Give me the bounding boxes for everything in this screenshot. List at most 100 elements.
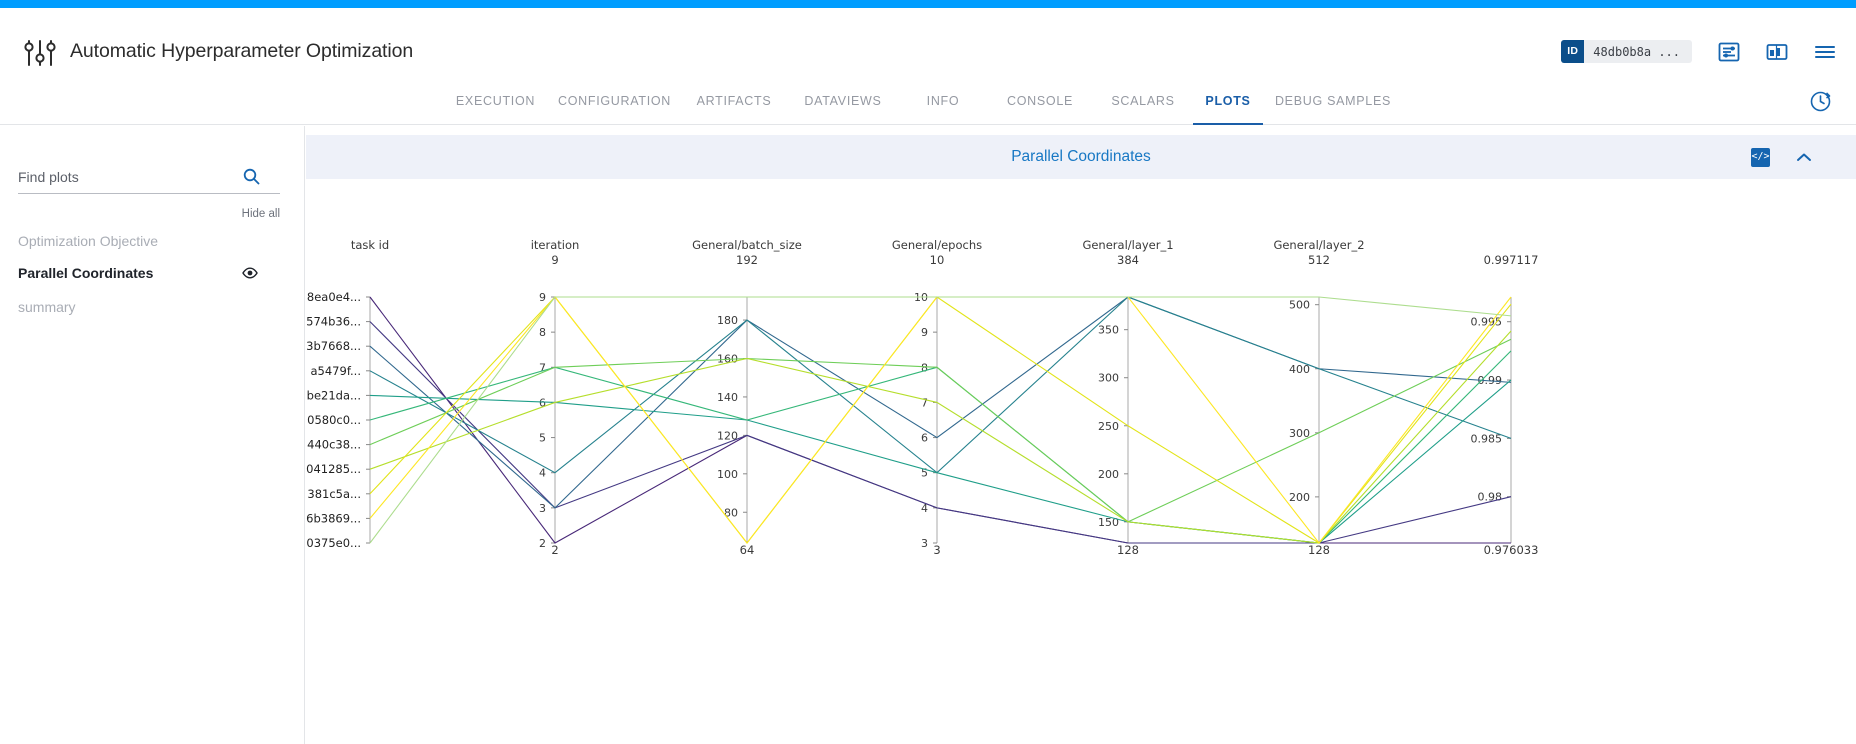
axis-tick-label: 500 (1289, 299, 1310, 312)
tab-artifacts[interactable]: ARTIFACTS (681, 78, 787, 125)
plot-list-item-label: Optimization Objective (18, 233, 159, 249)
tab-list: EXECUTION CONFIGURATION ARTIFACTS DATAVIEWS… (443, 78, 1403, 125)
tab-label: ARTIFACTS (696, 93, 772, 108)
axis-title-1: iteration (531, 238, 580, 252)
axis-category-label: 440c38... (307, 438, 361, 452)
axis-category-label: 041285... (306, 462, 361, 476)
chevron-up-icon[interactable] (1796, 152, 1812, 162)
tab-execution[interactable]: EXECUTION (443, 78, 548, 125)
axis-category-label: 381c5a... (307, 487, 361, 501)
tab-dataviews[interactable]: DATAVIEWS (787, 78, 899, 125)
tab-scalars[interactable]: SCALARS (1093, 78, 1193, 125)
plot-list-item-optimization-objective[interactable]: Optimization Objective (18, 228, 283, 254)
tab-configuration[interactable]: CONFIGURATION (548, 78, 681, 125)
axis-tick-label: 7 (921, 396, 928, 409)
tab-plots[interactable]: PLOTS (1193, 78, 1263, 125)
tab-label: DATAVIEWS (804, 93, 882, 108)
axis-top-label-2: 192 (736, 253, 758, 267)
plots-sidebar: Hide all Optimization Objective Parallel … (0, 126, 305, 744)
axis-category-label: 8ea0e4... (307, 290, 361, 304)
axis-category-label: a5479f... (311, 364, 362, 378)
task-id-value: 48db0b8a ... (1593, 44, 1680, 59)
axis-tick-label: 0.995 (1471, 316, 1503, 329)
axis-category-label: be21da... (307, 388, 361, 402)
tab-label: SCALARS (1111, 93, 1175, 108)
axis-bottom-label-6: 0.976033 (1484, 543, 1539, 557)
code-brackets-icon[interactable]: </> (1751, 147, 1770, 167)
tab-info[interactable]: INFO (899, 78, 987, 125)
axis-tick-label: 8 (539, 326, 546, 339)
axis-category-label: 3b7668... (306, 339, 361, 353)
log-view-icon[interactable] (1718, 41, 1740, 63)
axis-title-5: General/layer_2 (1273, 238, 1364, 252)
axis-bottom-label-4: 128 (1117, 543, 1139, 557)
axis-tick-label: 200 (1098, 468, 1119, 481)
page-header: Automatic Hyperparameter Optimization op… (0, 8, 1856, 78)
axis-top-label-4: 384 (1117, 253, 1139, 267)
tab-console[interactable]: CONSOLE (987, 78, 1093, 125)
refresh-icon[interactable] (1809, 90, 1832, 113)
axis-bottom-label-3: 3 (933, 543, 940, 557)
axis-category-label: 574b36... (306, 315, 361, 329)
plot-panel: Parallel Coordinates </> task id 8ea0e4..… (306, 126, 1856, 558)
tab-label: PLOTS (1205, 93, 1251, 108)
hide-all-button[interactable]: Hide all (242, 208, 280, 220)
plot-header-tools: </> (1751, 135, 1812, 179)
axis-bottom-label-2: 64 (740, 543, 755, 557)
axis-top-label-3: 10 (930, 253, 945, 267)
search-input[interactable] (18, 168, 243, 185)
tab-bar: EXECUTION CONFIGURATION ARTIFACTS DATAVIEWS… (0, 78, 1856, 125)
axis-tick-label: 300 (1098, 372, 1119, 385)
axis-tick-label: 250 (1098, 420, 1119, 433)
axis-bottom-label-5: 128 (1308, 543, 1330, 557)
axis-top-label-5: 512 (1308, 253, 1330, 267)
task-id-label: ID (1561, 40, 1585, 63)
task-id-badge[interactable]: ID 48db0b8a ... (1561, 40, 1692, 63)
axis-tick-label: 100 (717, 468, 738, 481)
axis-category-label: 6b3869... (306, 511, 361, 525)
search-icon[interactable] (243, 168, 260, 185)
tab-debug-samples[interactable]: DEBUG SAMPLES (1263, 78, 1403, 125)
plot-title: Parallel Coordinates (1011, 148, 1151, 165)
axis-tick-label: 140 (717, 391, 738, 404)
eye-icon[interactable] (242, 267, 258, 279)
plot-list-item-summary[interactable]: summary (18, 294, 283, 320)
axis-tick-label: 9 (921, 326, 928, 339)
tab-label: EXECUTION (455, 93, 536, 108)
plot-panel-empty-area (306, 559, 1856, 744)
axis-category-label: 0375e0... (306, 536, 361, 550)
plot-list-item-parallel-coordinates[interactable]: Parallel Coordinates (18, 260, 283, 286)
axis-tick-label: 80 (724, 506, 738, 519)
pc-line[interactable] (369, 296, 1512, 474)
axis-tick-label: 6 (921, 432, 928, 445)
tab-label: CONFIGURATION (557, 93, 672, 108)
axis-title-0: task id (351, 238, 389, 252)
axis-tick-label: 0.985 (1471, 432, 1503, 445)
parallel-coordinates-chart[interactable]: task id 8ea0e4... 574b36... 3b7668... a5479f… (306, 179, 1856, 558)
axis-tick-label: 180 (717, 314, 738, 327)
axis-tick-label: 150 (1098, 516, 1119, 529)
search-row (18, 168, 280, 194)
tab-label: DEBUG SAMPLES (1274, 93, 1392, 108)
axis-title-4: General/layer_1 (1082, 238, 1173, 252)
page-title: Automatic Hyperparameter Optimization (70, 40, 414, 62)
axis-tick-label: 3 (921, 537, 928, 550)
axis-tick-label: 9 (539, 291, 546, 304)
axis-top-label-1: 9 (551, 253, 558, 267)
plot-list-item-label: summary (18, 299, 76, 315)
axis-bottom-label-1: 2 (551, 543, 558, 557)
hamburger-menu-icon[interactable] (1814, 41, 1836, 63)
axis-title-2: General/batch_size (692, 238, 802, 252)
parallel-coordinates-svg: task id 8ea0e4... 574b36... 3b7668... a5479f… (306, 238, 1539, 557)
axis-tick-label: 8 (921, 361, 928, 374)
plot-header: Parallel Coordinates </> (306, 135, 1856, 179)
axis-tick-label: 2 (539, 537, 546, 550)
axis-tick-label: 5 (539, 432, 546, 445)
plot-list-item-label: Parallel Coordinates (18, 265, 154, 281)
axis-tick-label: 350 (1098, 324, 1119, 337)
header-actions: ID 48db0b8a ... (1561, 40, 1836, 63)
axis-tick-label: 4 (539, 467, 546, 480)
dashboard-view-icon[interactable] (1766, 41, 1788, 63)
axis-top-label-6: 0.997117 (1484, 253, 1539, 267)
settings-sliders-icon (24, 40, 56, 66)
